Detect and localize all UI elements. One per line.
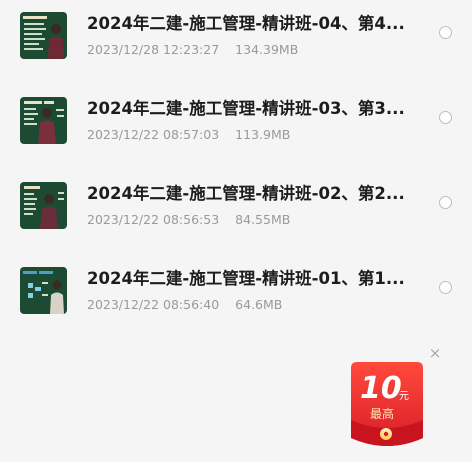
file-row[interactable]: 2024年二建-施工管理-精讲班-04、第4... 2023/12/28 12:…	[0, 12, 472, 72]
file-size: 84.55MB	[235, 212, 291, 227]
file-size: 113.9MB	[235, 127, 291, 142]
file-row[interactable]: 2024年二建-施工管理-精讲班-01、第1... 2023/12/22 08:…	[0, 267, 472, 327]
select-radio[interactable]	[439, 111, 452, 124]
file-date: 2023/12/22 08:56:40	[87, 297, 220, 312]
file-size: 64.6MB	[235, 297, 283, 312]
promo-unit: 元	[399, 391, 409, 402]
file-meta: 2023/12/22 08:57:03 113.9MB	[87, 127, 290, 143]
file-title: 2024年二建-施工管理-精讲班-02、第2...	[87, 184, 405, 203]
video-thumbnail[interactable]	[20, 12, 67, 59]
promo-close-icon[interactable]: ×	[428, 346, 442, 361]
select-radio[interactable]	[439, 281, 452, 294]
file-title: 2024年二建-施工管理-精讲班-04、第4...	[87, 14, 405, 33]
promo-amount: 10	[360, 371, 402, 406]
file-title: 2024年二建-施工管理-精讲班-03、第3...	[87, 99, 405, 118]
file-meta: 2023/12/28 12:23:27 134.39MB	[87, 42, 298, 58]
file-meta: 2023/12/22 08:56:53 84.55MB	[87, 212, 290, 228]
video-thumbnail[interactable]	[20, 97, 67, 144]
red-packet-icon: 10 元 最高	[351, 362, 423, 446]
red-packet-promo-button[interactable]: 10 元 最高	[341, 360, 433, 452]
file-meta: 2023/12/22 08:56:40 64.6MB	[87, 297, 282, 313]
file-row[interactable]: 2024年二建-施工管理-精讲班-02、第2... 2023/12/22 08:…	[0, 182, 472, 242]
promo-caption: 最高	[370, 406, 394, 421]
file-row[interactable]: 2024年二建-施工管理-精讲班-03、第3... 2023/12/22 08:…	[0, 97, 472, 157]
file-date: 2023/12/22 08:57:03	[87, 127, 220, 142]
select-radio[interactable]	[439, 196, 452, 209]
file-list-screen: 2024年二建-施工管理-精讲班-04、第4... 2023/12/28 12:…	[0, 0, 472, 462]
video-thumbnail[interactable]	[20, 267, 67, 314]
file-title: 2024年二建-施工管理-精讲班-01、第1...	[87, 269, 405, 288]
file-size: 134.39MB	[235, 42, 299, 57]
select-radio[interactable]	[439, 26, 452, 39]
video-thumbnail[interactable]	[20, 182, 67, 229]
file-date: 2023/12/28 12:23:27	[87, 42, 220, 57]
file-date: 2023/12/22 08:56:53	[87, 212, 220, 227]
